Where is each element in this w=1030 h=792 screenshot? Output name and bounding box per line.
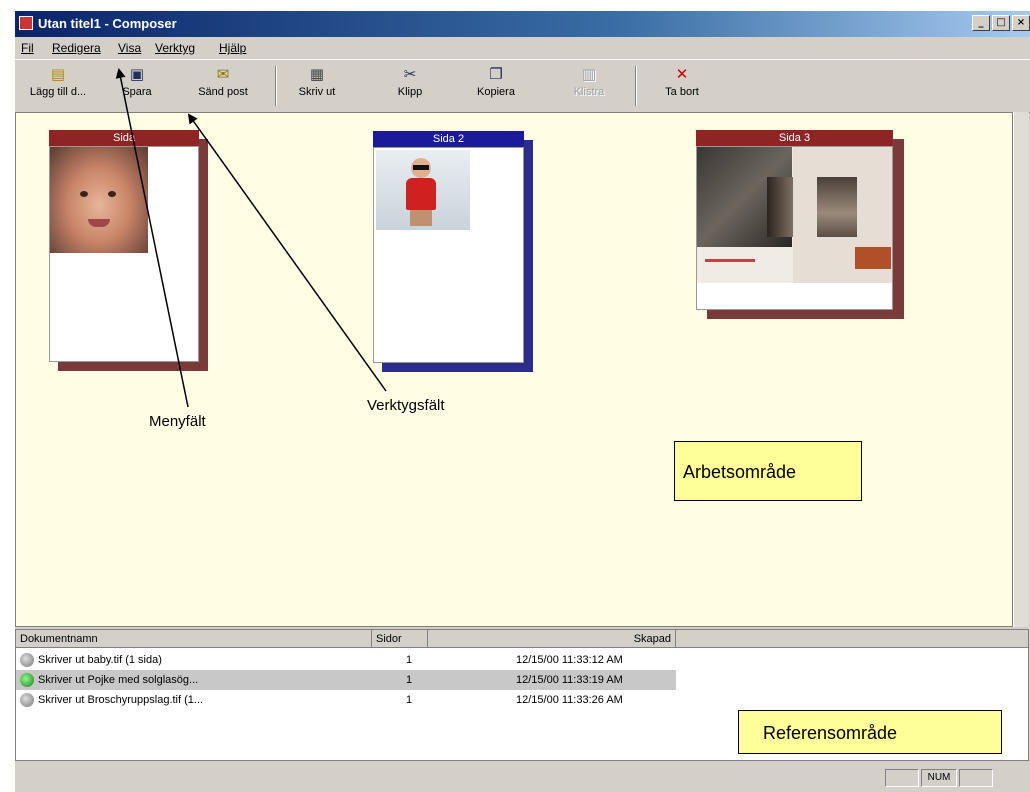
print-job-icon — [20, 653, 34, 667]
column-header-pages[interactable]: Sidor — [372, 630, 428, 648]
page-thumbnail-1[interactable]: Sida — [49, 130, 199, 362]
doc-name: Skriver ut Pojke med solglasög... — [38, 674, 199, 686]
printer-icon: ▦ — [309, 65, 325, 83]
paste-button[interactable]: ▥ Klistra — [561, 64, 617, 98]
delete-button[interactable]: ✕ Ta bort — [655, 64, 709, 98]
work-area-callout: Arbetsområde — [674, 441, 862, 501]
page-sheet — [696, 146, 893, 310]
save-button[interactable]: ▣ Spara — [111, 64, 163, 98]
copy-icon: ❐ — [489, 65, 503, 83]
title-bar[interactable]: Utan titel1 - Composer _ □ × — [15, 11, 1030, 37]
brochure-spread — [697, 147, 892, 283]
photo-sunglasses — [413, 165, 429, 170]
add-document-button[interactable]: ▤ Lägg till d... — [21, 64, 95, 98]
photo-eye — [108, 191, 116, 197]
print-job-active-icon — [20, 673, 34, 687]
brochure-photo-portrait — [817, 177, 857, 237]
brochure-text-line — [705, 259, 755, 262]
print-label: Skriv ut — [298, 86, 336, 98]
status-panel-blank — [885, 769, 919, 787]
doc-pages: 1 — [406, 674, 413, 686]
work-area[interactable]: Sida Sida 2 Sida 3 Arbetsområde — [15, 112, 1013, 627]
delete-label: Ta bort — [665, 86, 699, 98]
page-thumbnail-2[interactable]: Sida 2 — [373, 131, 524, 363]
maximize-button[interactable]: □ — [992, 15, 1010, 31]
menu-help[interactable]: Hjälp — [219, 41, 246, 55]
doc-pages: 1 — [406, 694, 413, 706]
delete-x-icon: ✕ — [675, 65, 689, 83]
reference-area-callout: Referensområde — [738, 710, 1002, 754]
paste-icon: ▥ — [581, 65, 597, 83]
reference-area[interactable]: Dokumentnamn Sidor Skapad Skriver ut bab… — [15, 629, 1029, 761]
page-sheet — [373, 147, 524, 363]
brochure-photo-small — [855, 247, 891, 269]
doc-created: 12/15/00 11:33:26 AM — [516, 694, 623, 706]
status-bar: NUM — [15, 763, 1029, 792]
column-header-blank — [676, 630, 1028, 648]
add-document-icon: ▤ — [50, 65, 66, 83]
toolbar-annotation: Verktygsfält — [367, 397, 445, 414]
copy-button[interactable]: ❐ Kopiera — [465, 64, 527, 98]
app-icon — [19, 16, 33, 30]
page-sheet — [49, 146, 199, 362]
scissors-icon: ✂ — [403, 65, 417, 83]
status-num: NUM — [921, 769, 957, 787]
composer-window: Utan titel1 - Composer _ □ × Fil Rediger… — [14, 10, 1030, 792]
envelope-icon: ✉ — [216, 65, 230, 83]
page-thumbnail-3[interactable]: Sida 3 — [696, 130, 893, 310]
page-header-2: Sida 2 — [373, 131, 524, 147]
page-header-3: Sida 3 — [696, 130, 893, 146]
cut-button[interactable]: ✂ Klipp — [385, 64, 435, 98]
menu-edit[interactable]: Redigera — [52, 41, 101, 55]
floppy-disk-icon: ▣ — [129, 65, 145, 83]
photo-legs — [410, 210, 432, 226]
send-mail-button[interactable]: ✉ Sänd post — [191, 64, 255, 98]
doc-name: Skriver ut Broschyruppslag.tif (1... — [38, 694, 204, 706]
menu-bar: Fil Redigera Visa Verktyg Hjälp — [15, 37, 1030, 60]
add-document-label: Lägg till d... — [29, 86, 87, 98]
toolbar-separator — [635, 66, 637, 106]
doc-pages: 1 — [406, 654, 413, 666]
photo-mouth — [88, 219, 110, 227]
save-label: Spara — [122, 86, 152, 98]
boy-photo — [376, 150, 470, 230]
minimize-button[interactable]: _ — [972, 15, 990, 31]
send-mail-label: Sänd post — [198, 86, 248, 98]
menu-file[interactable]: Fil — [21, 41, 34, 55]
menu-view[interactable]: Visa — [118, 41, 141, 55]
column-header-created[interactable]: Skapad — [428, 630, 676, 648]
window-title: Utan titel1 - Composer — [38, 16, 177, 31]
close-button[interactable]: × — [1012, 15, 1030, 31]
table-row[interactable]: Skriver ut Pojke med solglasög... 1 12/1… — [16, 670, 676, 690]
column-header-name[interactable]: Dokumentnamn — [16, 630, 372, 648]
doc-created: 12/15/00 11:33:19 AM — [516, 674, 623, 686]
menu-bar-annotation: Menyfält — [149, 413, 206, 430]
baby-photo — [50, 147, 148, 253]
print-button[interactable]: ▦ Skriv ut — [289, 64, 345, 98]
copy-label: Kopiera — [477, 86, 515, 98]
paste-label: Klistra — [573, 86, 605, 98]
photo-eye — [80, 191, 88, 197]
photo-shirt — [406, 178, 436, 210]
table-row[interactable]: Skriver ut baby.tif (1 sida) 1 12/15/00 … — [16, 650, 676, 670]
toolbar: ▤ Lägg till d... ▣ Spara ✉ Sänd post ▦ S… — [15, 59, 1030, 113]
status-panel-blank — [959, 769, 993, 787]
cut-label: Klipp — [397, 86, 423, 98]
page-header-1: Sida — [49, 130, 199, 146]
doc-name: Skriver ut baby.tif (1 sida) — [38, 654, 162, 666]
toolbar-separator — [275, 66, 277, 106]
workspace-scrollbar[interactable] — [1013, 112, 1029, 627]
doc-created: 12/15/00 11:33:12 AM — [516, 654, 623, 666]
menu-tools[interactable]: Verktyg — [155, 41, 195, 55]
table-row[interactable]: Skriver ut Broschyruppslag.tif (1... 1 1… — [16, 690, 676, 710]
print-job-icon — [20, 693, 34, 707]
